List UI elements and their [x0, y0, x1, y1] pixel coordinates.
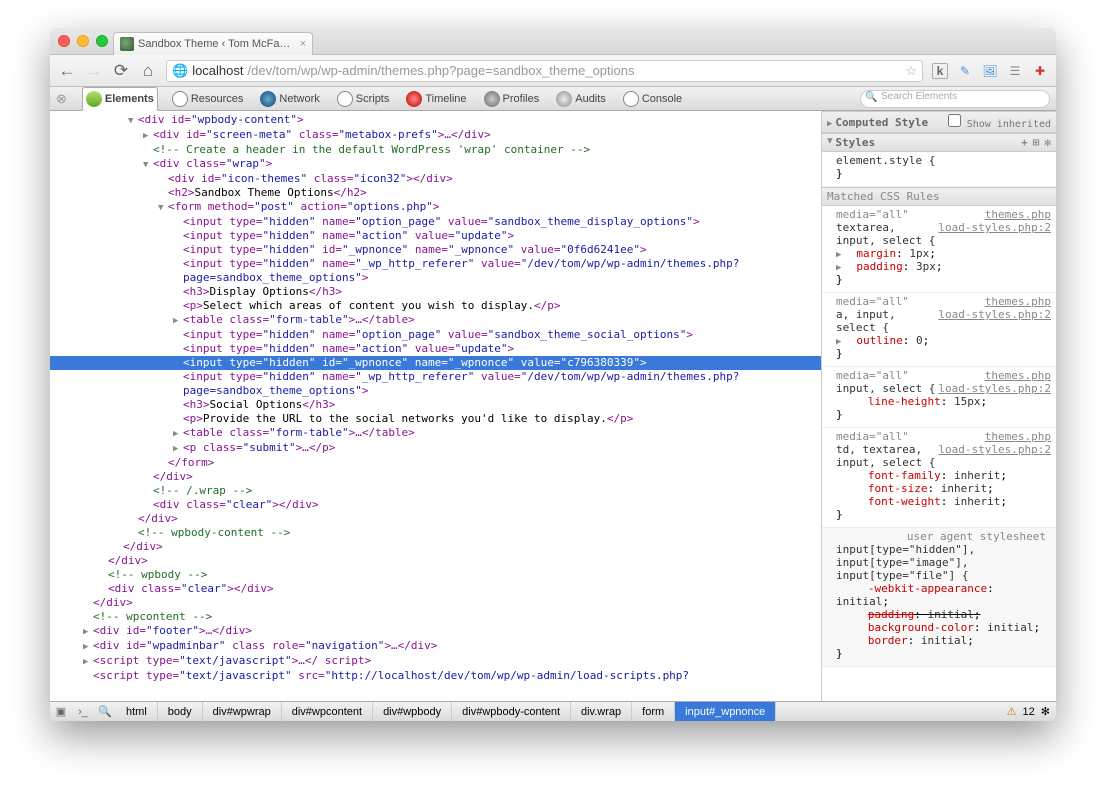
devtools-toolbar: ⊗ Elements Resources Network Scripts Tim… [50, 87, 1056, 111]
style-rule[interactable]: media="all"themes.php textarea,load-styl… [822, 206, 1056, 293]
breadcrumb-item[interactable]: div#wpbody-content [452, 702, 571, 722]
style-rule[interactable]: media="all"themes.php input, select {loa… [822, 367, 1056, 428]
dom-tree[interactable]: <div id="wpbody-content"> <div id="scree… [50, 111, 821, 701]
minimize-window-button[interactable] [77, 35, 89, 47]
extension-bug-icon[interactable]: ✚ [1032, 63, 1048, 79]
tab-scripts[interactable]: Scripts [334, 87, 393, 111]
profiles-icon [484, 91, 500, 107]
tab-console[interactable]: Console [620, 87, 685, 111]
tab-elements[interactable]: Elements [82, 87, 158, 111]
breadcrumb-item[interactable]: div#wpwrap [203, 702, 282, 722]
browser-window: Sandbox Theme ‹ Tom McFa… × ← → ⟳ ⌂ 🌐 lo… [50, 28, 1056, 721]
extension-tool-icon[interactable]: ✎ [957, 63, 973, 79]
style-rule-useragent: user agent stylesheet input[type="hidden… [822, 528, 1056, 667]
extension-k-icon[interactable]: k [932, 63, 948, 79]
tab-resources[interactable]: Resources [169, 87, 247, 111]
bookmark-star-icon[interactable]: ☆ [905, 63, 917, 79]
window-controls [58, 35, 108, 47]
url-host: localhost [192, 63, 243, 78]
favicon-icon [120, 37, 134, 51]
breadcrumb-item[interactable]: form [632, 702, 675, 722]
forward-button[interactable]: → [85, 61, 103, 81]
breadcrumb-item-selected[interactable]: input#_wpnonce [675, 702, 776, 722]
toggle-state-icon[interactable]: ⊞ [1033, 136, 1040, 149]
breadcrumb-item[interactable]: div#wpbody [373, 702, 452, 722]
timeline-icon [406, 91, 422, 107]
tab-title: Sandbox Theme ‹ Tom McFa… [138, 33, 290, 55]
console-icon [623, 91, 639, 107]
tab-audits[interactable]: Audits [553, 87, 609, 111]
styles-section[interactable]: Styles+⊞✻ [822, 133, 1056, 152]
scripts-icon [337, 91, 353, 107]
settings-gear-icon[interactable]: ✻ [1041, 705, 1050, 718]
style-rule[interactable]: media="all"themes.php td, textarea,load-… [822, 428, 1056, 528]
add-rule-icon[interactable]: + [1021, 136, 1028, 149]
breadcrumb-item[interactable]: html [116, 702, 158, 722]
console-toggle-icon[interactable]: ›_ [72, 706, 94, 718]
style-rule[interactable]: element.style { } [822, 152, 1056, 187]
resources-icon [172, 91, 188, 107]
network-icon [260, 91, 276, 107]
tab-timeline[interactable]: Timeline [403, 87, 469, 111]
breadcrumb-item[interactable]: div#wpcontent [282, 702, 373, 722]
devtools-close-icon[interactable]: ⊗ [56, 91, 67, 107]
styles-panel: Computed Style Show inherited Styles+⊞✻ … [821, 111, 1056, 701]
style-rule[interactable]: media="all"themes.php a, input,load-styl… [822, 293, 1056, 367]
tab-close-icon[interactable]: × [300, 33, 306, 55]
show-inherited-checkbox[interactable] [948, 114, 961, 127]
devtools-panel: ⊗ Elements Resources Network Scripts Tim… [50, 87, 1056, 721]
browser-tab[interactable]: Sandbox Theme ‹ Tom McFa… × [113, 32, 313, 55]
inspect-icon[interactable]: 🔍 [94, 705, 116, 718]
computed-style-section[interactable]: Computed Style Show inherited [822, 111, 1056, 133]
dock-icon[interactable]: ▣ [50, 705, 72, 718]
warning-icon[interactable]: ⚠ [1007, 705, 1017, 718]
devtools-statusbar: ▣ ›_ 🔍 html body div#wpwrap div#wpconten… [50, 701, 1056, 721]
matched-rules-section: Matched CSS Rules [822, 187, 1056, 206]
extension-layers-icon[interactable]: ☰ [1007, 63, 1023, 79]
selected-dom-node: <input type="hidden" id="_wpnonce" name=… [50, 356, 821, 370]
tab-profiles[interactable]: Profiles [481, 87, 543, 111]
back-button[interactable]: ← [58, 61, 76, 81]
breadcrumb-item[interactable]: div.wrap [571, 702, 632, 722]
elements-icon [86, 91, 102, 107]
warning-count[interactable]: 12 [1023, 706, 1035, 718]
window-titlebar: Sandbox Theme ‹ Tom McFa… × [50, 28, 1056, 55]
globe-icon: 🌐 [172, 63, 188, 79]
extension-icons: k ✎ 🖼 ☰ ✚ [932, 63, 1048, 79]
audits-icon [556, 91, 572, 107]
extension-picture-icon[interactable]: 🖼 [982, 63, 998, 79]
gear-icon[interactable]: ✻ [1044, 136, 1051, 149]
address-bar: ← → ⟳ ⌂ 🌐 localhost/dev/tom/wp/wp-admin/… [50, 55, 1056, 87]
tab-network[interactable]: Network [257, 87, 322, 111]
devtools-search-input[interactable]: Search Elements [860, 90, 1050, 108]
home-button[interactable]: ⌂ [139, 61, 157, 81]
breadcrumb-item[interactable]: body [158, 702, 203, 722]
zoom-window-button[interactable] [96, 35, 108, 47]
reload-button[interactable]: ⟳ [112, 61, 130, 81]
url-input[interactable]: 🌐 localhost/dev/tom/wp/wp-admin/themes.p… [166, 60, 923, 82]
url-path: /dev/tom/wp/wp-admin/themes.php?page=san… [248, 63, 635, 78]
close-window-button[interactable] [58, 35, 70, 47]
